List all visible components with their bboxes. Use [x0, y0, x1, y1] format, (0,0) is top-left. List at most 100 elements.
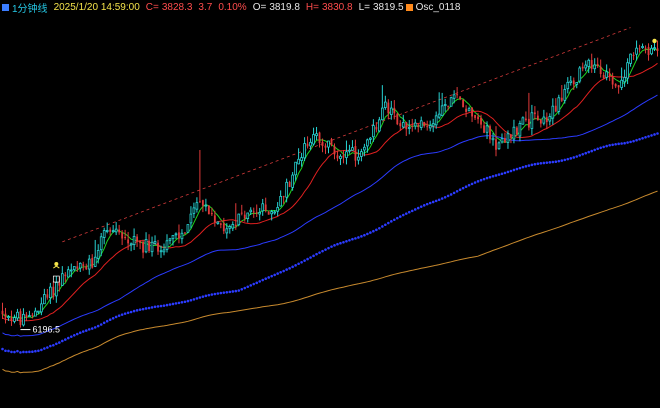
- ma-line: [2, 94, 658, 337]
- candle-body: [401, 122, 405, 128]
- ma-dot: [431, 200, 435, 204]
- ma-dot: [539, 162, 543, 165]
- ma-dot: [153, 305, 157, 309]
- candle-body: [114, 228, 118, 233]
- candle-body: [629, 53, 632, 64]
- candle-body: [605, 71, 608, 78]
- candle-body: [124, 237, 127, 239]
- ma-dot: [605, 144, 608, 148]
- ma-dot: [413, 208, 417, 211]
- ma-dot: [464, 185, 468, 189]
- candle-body: [593, 64, 597, 70]
- candle-body: [252, 211, 255, 213]
- candle-body: [159, 250, 163, 253]
- ma-dot: [488, 175, 492, 179]
- candle-body: [324, 145, 327, 148]
- candle-body: [1, 310, 4, 315]
- ma-dot: [180, 300, 184, 304]
- candle-body: [632, 55, 635, 57]
- candle-body: [389, 107, 393, 115]
- candle-body: [10, 317, 13, 321]
- candle-body: [174, 233, 178, 236]
- candle-body: [171, 234, 175, 240]
- ma-dot: [339, 241, 342, 245]
- ma-dot: [327, 246, 330, 250]
- ma-dot: [434, 199, 438, 203]
- candle-body: [650, 47, 653, 55]
- trend-line: [62, 27, 631, 243]
- candle-body: [37, 310, 40, 313]
- candle-body: [279, 196, 282, 207]
- ma-dot: [288, 267, 291, 270]
- candle-body: [426, 126, 429, 128]
- ma-dot: [324, 248, 327, 251]
- ma-dot: [485, 176, 489, 180]
- ma-dot: [363, 233, 366, 237]
- ma-dot: [506, 170, 510, 174]
- ma-dot: [279, 270, 282, 274]
- candle-body: [303, 143, 306, 159]
- candle-body: [581, 66, 584, 69]
- candle-body: [485, 125, 489, 133]
- candle-body: [216, 221, 220, 224]
- candle-body: [150, 241, 154, 253]
- ma-dot: [189, 298, 193, 302]
- ma-dot: [52, 343, 55, 347]
- candlestick-chart[interactable]: 6196.5: [0, 0, 660, 408]
- ma-dot: [530, 163, 534, 167]
- ma-dot: [446, 194, 450, 198]
- ma-dot: [440, 197, 444, 200]
- candle-body: [530, 112, 534, 129]
- ma-dot: [581, 152, 585, 156]
- ma-dot: [1, 347, 4, 351]
- ma-dot: [318, 251, 321, 254]
- candle-body: [575, 82, 579, 85]
- ma-dot: [120, 313, 124, 316]
- ma-dot: [198, 296, 202, 299]
- ma-dot: [521, 165, 525, 169]
- ma-dot: [261, 278, 265, 282]
- candle-body: [321, 141, 324, 147]
- candle-body: [366, 139, 369, 147]
- ma-dot: [135, 309, 139, 312]
- candle-body: [452, 94, 456, 99]
- ma-dot: [351, 237, 354, 241]
- candle-body: [590, 60, 593, 69]
- ma-dot: [416, 206, 420, 210]
- ma-dot: [141, 307, 145, 311]
- candle-body: [52, 286, 55, 297]
- candle-body: [533, 112, 536, 115]
- ma-dot: [527, 164, 531, 167]
- candle-body: [504, 138, 506, 143]
- candle-body: [129, 243, 133, 246]
- ma-dot: [593, 148, 596, 152]
- ma-dot: [159, 304, 163, 308]
- candle-body: [76, 266, 79, 269]
- ma-dot: [138, 308, 142, 311]
- candle-body: [162, 249, 166, 253]
- candle-body: [105, 230, 109, 232]
- ma-dot: [641, 136, 644, 140]
- candle-body: [58, 282, 61, 286]
- candle-body: [363, 146, 366, 151]
- candle-body: [273, 211, 276, 214]
- candle-body: [118, 229, 121, 233]
- ma-dot: [545, 161, 549, 164]
- ma-dot: [303, 259, 306, 262]
- ma-dot: [171, 302, 175, 306]
- candle-body: [178, 232, 180, 239]
- candle-body: [306, 143, 309, 147]
- candle-body: [521, 117, 525, 125]
- ma-dot: [222, 291, 226, 294]
- ma-dot: [4, 349, 7, 353]
- ma-dot: [578, 154, 582, 157]
- candle-body: [333, 146, 336, 155]
- ma-dot: [473, 181, 477, 184]
- candle-body: [387, 102, 390, 114]
- ma-dot: [177, 301, 181, 305]
- ma-dot: [13, 350, 16, 354]
- candle-body: [144, 239, 148, 253]
- ma-dot: [390, 220, 393, 223]
- ma-dot: [614, 142, 617, 146]
- ma-dot: [34, 349, 37, 353]
